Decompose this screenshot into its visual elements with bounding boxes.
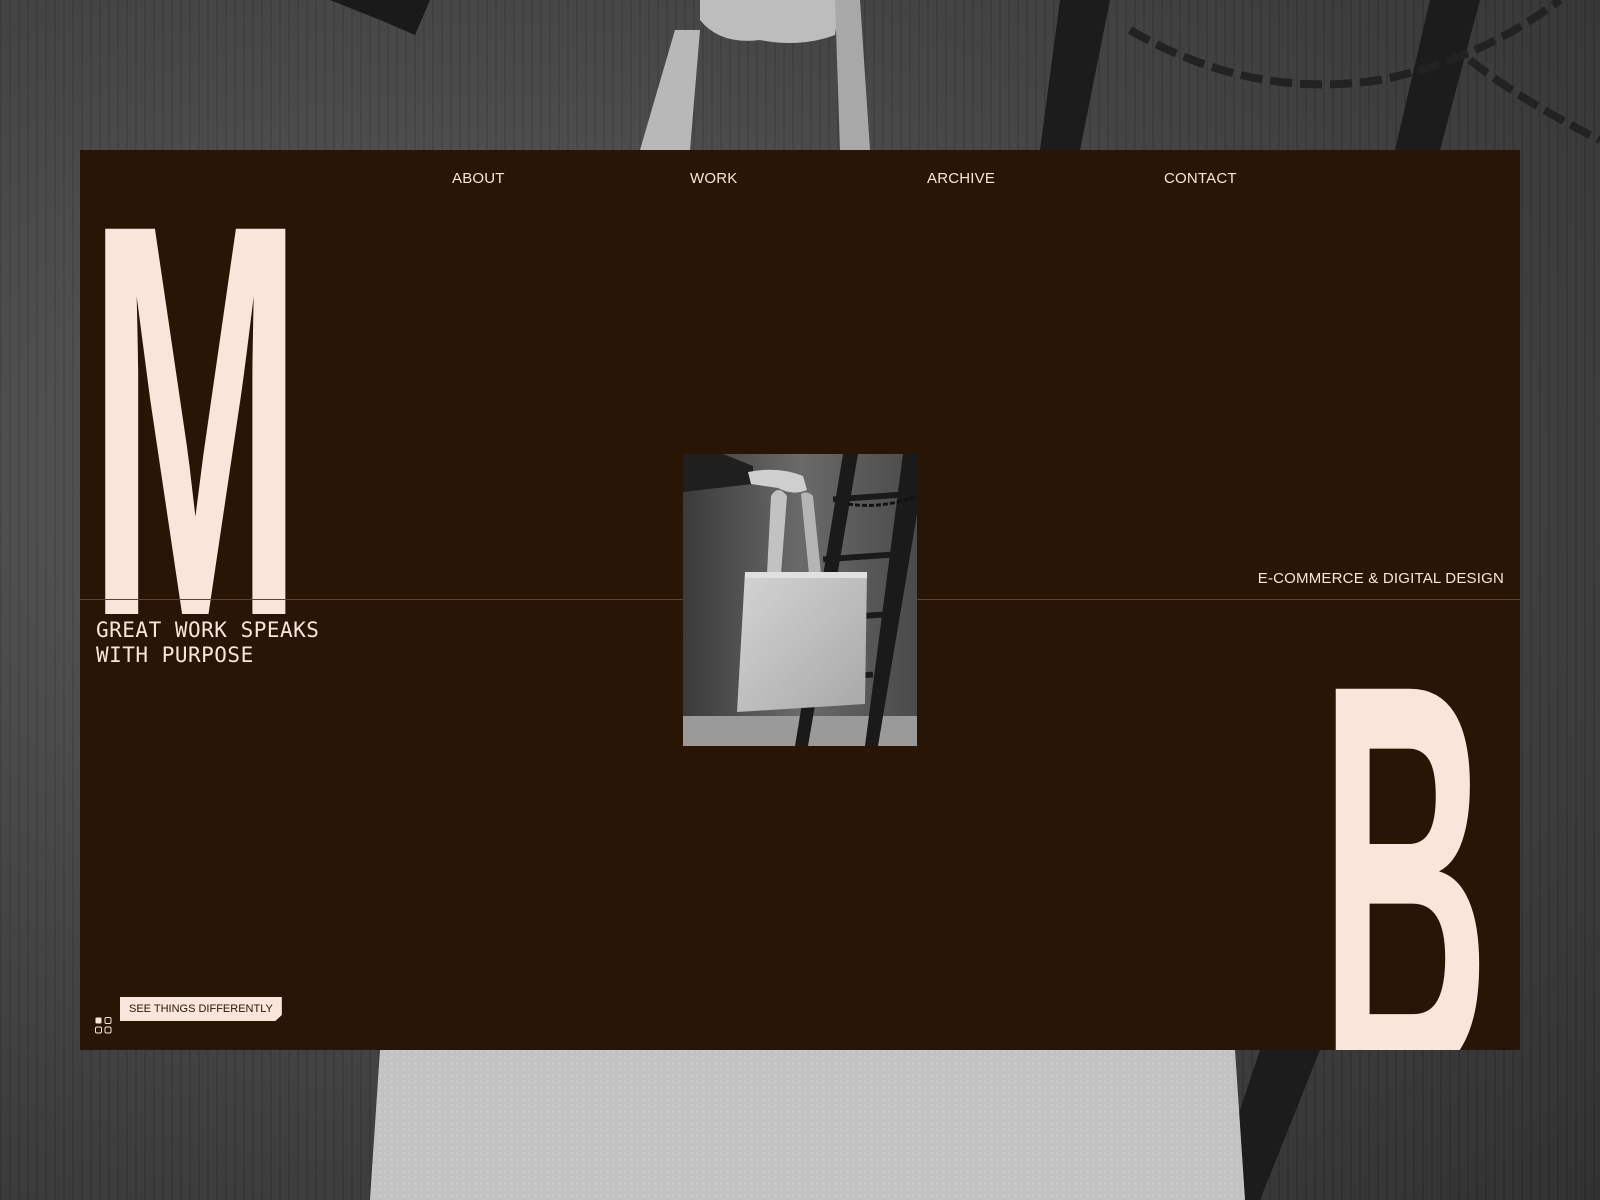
tote-bag-photo[interactable] [683, 454, 917, 746]
headline-line-2: WITH PURPOSE [96, 643, 254, 667]
nav-contact-link[interactable]: CONTACT [1164, 170, 1237, 187]
brand-letter-b: B [1320, 567, 1490, 1050]
tote-bag-image [683, 454, 917, 746]
hero-card: M ABOUT WORK ARCHIVE CONTACT E-COMMERCE … [80, 150, 1520, 1050]
hero-headline: GREAT WORK SPEAKS WITH PURPOSE [96, 618, 396, 668]
main-nav: ABOUT WORK ARCHIVE CONTACT [80, 170, 1520, 190]
nav-archive-link[interactable]: ARCHIVE [927, 170, 995, 187]
nav-work-link[interactable]: WORK [690, 170, 737, 187]
nav-about-link[interactable]: ABOUT [452, 170, 505, 187]
headline-line-1: GREAT WORK SPEAKS [96, 618, 320, 642]
see-things-differently-button[interactable]: SEE THINGS DIFFERENTLY [120, 997, 282, 1021]
grid-icon [95, 1017, 112, 1034]
